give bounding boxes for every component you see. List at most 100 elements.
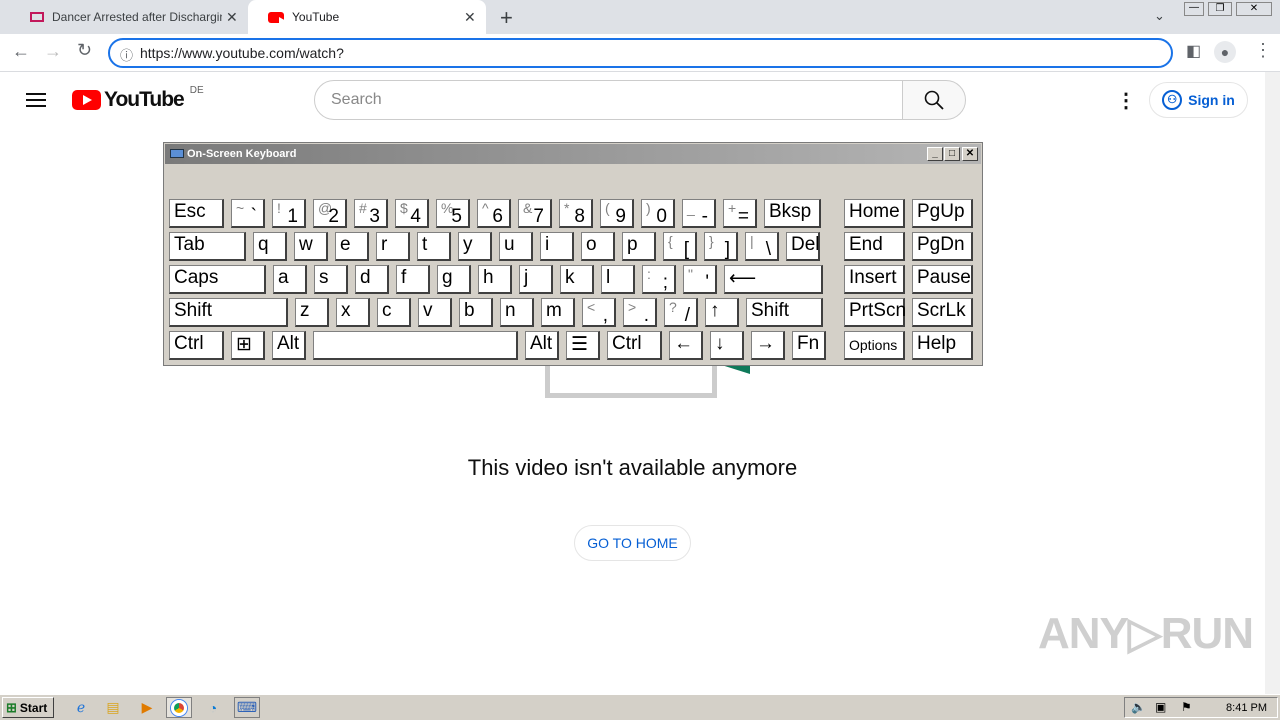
restore-button[interactable]: ❐: [1208, 2, 1232, 16]
osk-key[interactable]: Insert: [844, 265, 905, 294]
page-scrollbar[interactable]: [1265, 72, 1280, 694]
osk-key[interactable]: ↑: [705, 298, 739, 327]
osk-key[interactable]: | \: [745, 232, 779, 261]
osk-key[interactable]: t: [417, 232, 451, 261]
osk-key[interactable]: d: [355, 265, 389, 294]
osk-key[interactable]: (9: [600, 199, 634, 228]
osk-key[interactable]: PrtScn: [844, 298, 906, 327]
osk-key[interactable]: Pause: [912, 265, 973, 294]
osk-key[interactable]: }]: [704, 232, 738, 261]
osk-key[interactable]: End: [844, 232, 905, 261]
osk-key[interactable]: Caps: [169, 265, 266, 294]
osk-close-button[interactable]: ✕: [962, 147, 978, 161]
osk-key[interactable]: ScrLk: [912, 298, 973, 327]
osk-key[interactable]: y: [458, 232, 492, 261]
edge-icon[interactable]: ◔: [200, 697, 226, 718]
osk-key[interactable]: e: [335, 232, 369, 261]
osk-key[interactable]: Shift: [169, 298, 288, 327]
tab-search-icon[interactable]: ⌄: [1154, 8, 1165, 24]
close-tab-icon[interactable]: ✕: [226, 9, 238, 26]
chrome-taskbar-icon[interactable]: [166, 697, 192, 718]
osk-key[interactable]: v: [418, 298, 452, 327]
osk-maximize-button[interactable]: □: [944, 147, 960, 161]
osk-key[interactable]: ↓: [710, 331, 744, 360]
osk-key[interactable]: →: [751, 331, 785, 360]
osk-key[interactable]: c: [377, 298, 411, 327]
osk-key[interactable]: x: [336, 298, 370, 327]
osk-key[interactable]: Alt: [525, 331, 559, 360]
osk-key[interactable]: n: [500, 298, 534, 327]
osk-key[interactable]: h: [478, 265, 512, 294]
hamburger-menu-icon[interactable]: [26, 90, 46, 111]
osk-key[interactable]: ~ `: [231, 199, 265, 228]
osk-key[interactable]: r: [376, 232, 410, 261]
osk-key[interactable]: Options: [844, 331, 905, 360]
osk-key[interactable]: ^ 6: [477, 199, 511, 228]
osk-key[interactable]: Ctrl: [607, 331, 662, 360]
osk-key[interactable]: + =: [723, 199, 757, 228]
youtube-logo[interactable]: YouTube DE: [72, 85, 204, 112]
site-info-icon[interactable]: ⓘ: [120, 45, 133, 64]
osk-key[interactable]: #3: [354, 199, 388, 228]
tab-inactive[interactable]: Dancer Arrested after Discharging G ✕: [10, 0, 246, 34]
osk-key[interactable]: ⟵: [724, 265, 823, 294]
osk-key[interactable]: ←: [669, 331, 703, 360]
minimize-button[interactable]: —: [1184, 2, 1204, 16]
osk-key[interactable]: " ': [683, 265, 717, 294]
osk-key[interactable]: i: [540, 232, 574, 261]
osk-key[interactable]: ⊞: [231, 331, 265, 360]
osk-key[interactable]: Shift: [746, 298, 823, 327]
media-player-icon[interactable]: ▶: [134, 697, 160, 718]
action-center-flag-icon[interactable]: ⚑: [1181, 700, 1192, 714]
search-input[interactable]: Search: [314, 80, 904, 120]
osk-key[interactable]: :;: [642, 265, 676, 294]
osk-key[interactable]: s: [314, 265, 348, 294]
search-button[interactable]: [902, 80, 966, 120]
volume-icon[interactable]: 🔈: [1131, 700, 1146, 714]
osk-key[interactable]: Alt: [272, 331, 306, 360]
osk-key[interactable]: {[: [663, 232, 697, 261]
reload-icon[interactable]: ↻: [77, 40, 92, 61]
start-button[interactable]: ⊞ Start: [2, 697, 54, 718]
osk-key[interactable]: b: [459, 298, 493, 327]
osk-key[interactable]: % 5: [436, 199, 470, 228]
osk-key[interactable]: Esc: [169, 199, 224, 228]
osk-key[interactable]: Ctrl: [169, 331, 224, 360]
osk-key[interactable]: Help: [912, 331, 973, 360]
osk-key[interactable]: Home: [844, 199, 905, 228]
clock[interactable]: 8:41 PM: [1226, 702, 1267, 714]
osk-key[interactable]: PgDn: [912, 232, 973, 261]
osk-key[interactable]: l: [601, 265, 635, 294]
new-tab-button[interactable]: +: [500, 5, 513, 31]
osk-key[interactable]: f: [396, 265, 430, 294]
osk-key[interactable]: & 7: [518, 199, 552, 228]
forward-arrow-icon[interactable]: →: [44, 41, 62, 62]
osk-title-bar[interactable]: On-Screen Keyboard _ □ ✕: [165, 144, 981, 164]
osk-key[interactable]: $4: [395, 199, 429, 228]
side-panel-icon[interactable]: ◧: [1186, 41, 1201, 61]
osk-key[interactable]: * 8: [559, 199, 593, 228]
osk-key[interactable]: k: [560, 265, 594, 294]
osk-key[interactable]: [313, 331, 518, 360]
osk-key[interactable]: @2: [313, 199, 347, 228]
ie-icon[interactable]: ℯ: [68, 697, 94, 718]
osk-key[interactable]: ) 0: [641, 199, 675, 228]
osk-key[interactable]: a: [273, 265, 307, 294]
back-arrow-icon[interactable]: ←: [12, 41, 30, 62]
profile-icon[interactable]: ●: [1214, 41, 1236, 63]
osk-taskbar-icon[interactable]: ⌨: [234, 697, 260, 718]
osk-key[interactable]: ? /: [664, 298, 698, 327]
osk-key[interactable]: PgUp: [912, 199, 973, 228]
close-tab-icon[interactable]: ✕: [464, 9, 476, 26]
osk-key[interactable]: m: [541, 298, 575, 327]
osk-key[interactable]: g: [437, 265, 471, 294]
menu-kebab-icon[interactable]: ⋮: [1254, 40, 1272, 61]
network-icon[interactable]: ▣: [1155, 700, 1166, 714]
settings-kebab-icon[interactable]: ⋮: [1116, 88, 1136, 113]
osk-key[interactable]: ! 1: [272, 199, 306, 228]
osk-key[interactable]: w: [294, 232, 328, 261]
osk-key[interactable]: >.: [623, 298, 657, 327]
go-to-home-button[interactable]: GO TO HOME: [574, 525, 691, 561]
osk-key[interactable]: <,: [582, 298, 616, 327]
address-bar[interactable]: ⓘ https://www.youtube.com/watch?: [108, 38, 1173, 68]
